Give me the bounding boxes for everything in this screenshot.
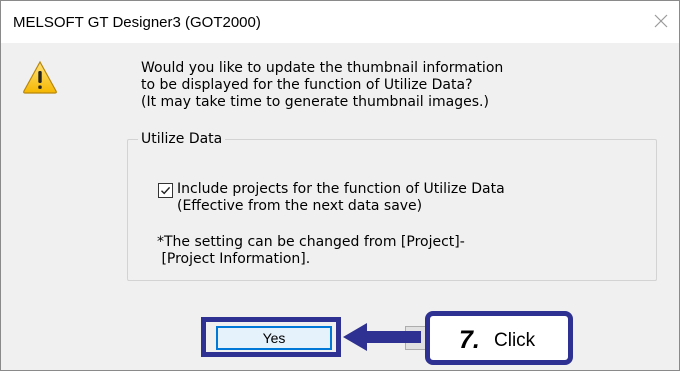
include-projects-label[interactable]: Include projects for the function of Uti…: [177, 181, 505, 215]
warning-icon: [23, 60, 57, 94]
setting-note: *The setting can be changed from [Projec…: [157, 234, 465, 267]
window-title: MELSOFT GT Designer3 (GOT2000): [13, 14, 261, 31]
step-number: 7.: [459, 326, 480, 354]
title-bar: MELSOFT GT Designer3 (GOT2000): [1, 1, 679, 43]
group-legend: Utilize Data: [138, 131, 226, 147]
yes-button[interactable]: Yes: [216, 326, 332, 350]
close-icon[interactable]: [651, 11, 671, 31]
checkmark-icon: [161, 186, 171, 195]
dialog-message: Would you like to update the thumbnail i…: [141, 60, 504, 110]
include-projects-checkbox[interactable]: [158, 183, 173, 198]
dialog-window: MELSOFT GT Designer3 (GOT2000) Would you…: [0, 0, 680, 371]
step-action: Click: [494, 330, 536, 351]
callout-arrow-icon: [343, 323, 421, 351]
